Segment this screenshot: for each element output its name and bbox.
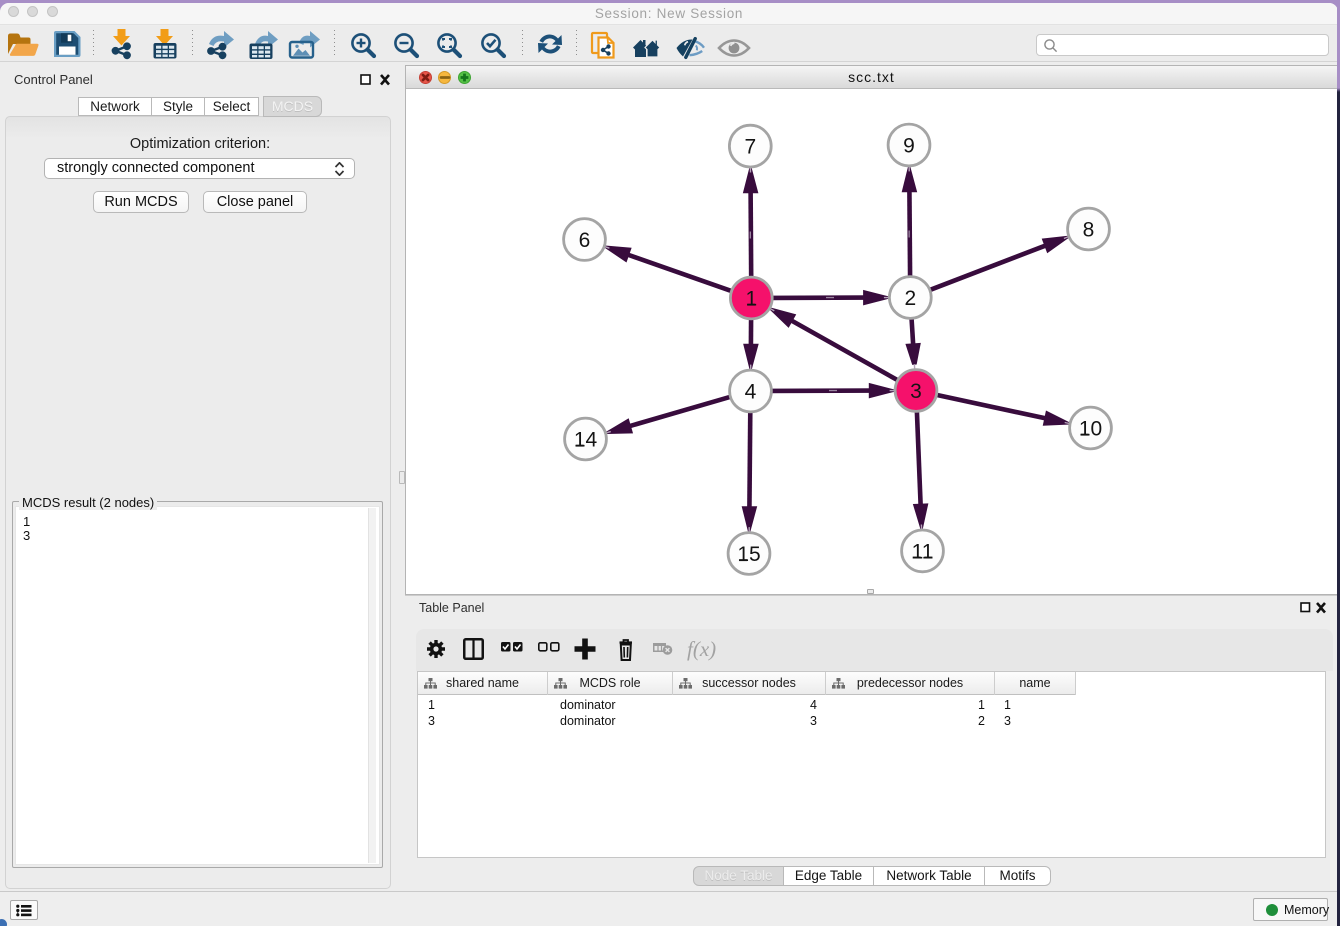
svg-text:15: 15 (737, 543, 760, 566)
svg-text:8: 8 (1083, 218, 1095, 241)
svg-text:6: 6 (579, 229, 591, 252)
svg-text:4: 4 (745, 380, 757, 403)
svg-text:11: 11 (912, 540, 934, 563)
svg-text:1: 1 (745, 287, 757, 310)
svg-text:14: 14 (574, 428, 598, 451)
svg-text:f(x): f(x) (687, 637, 716, 661)
svg-text:9: 9 (903, 134, 915, 157)
svg-text:2: 2 (904, 287, 916, 310)
svg-text:10: 10 (1079, 417, 1102, 440)
svg-text:7: 7 (744, 135, 756, 158)
svg-text:3: 3 (910, 380, 922, 403)
